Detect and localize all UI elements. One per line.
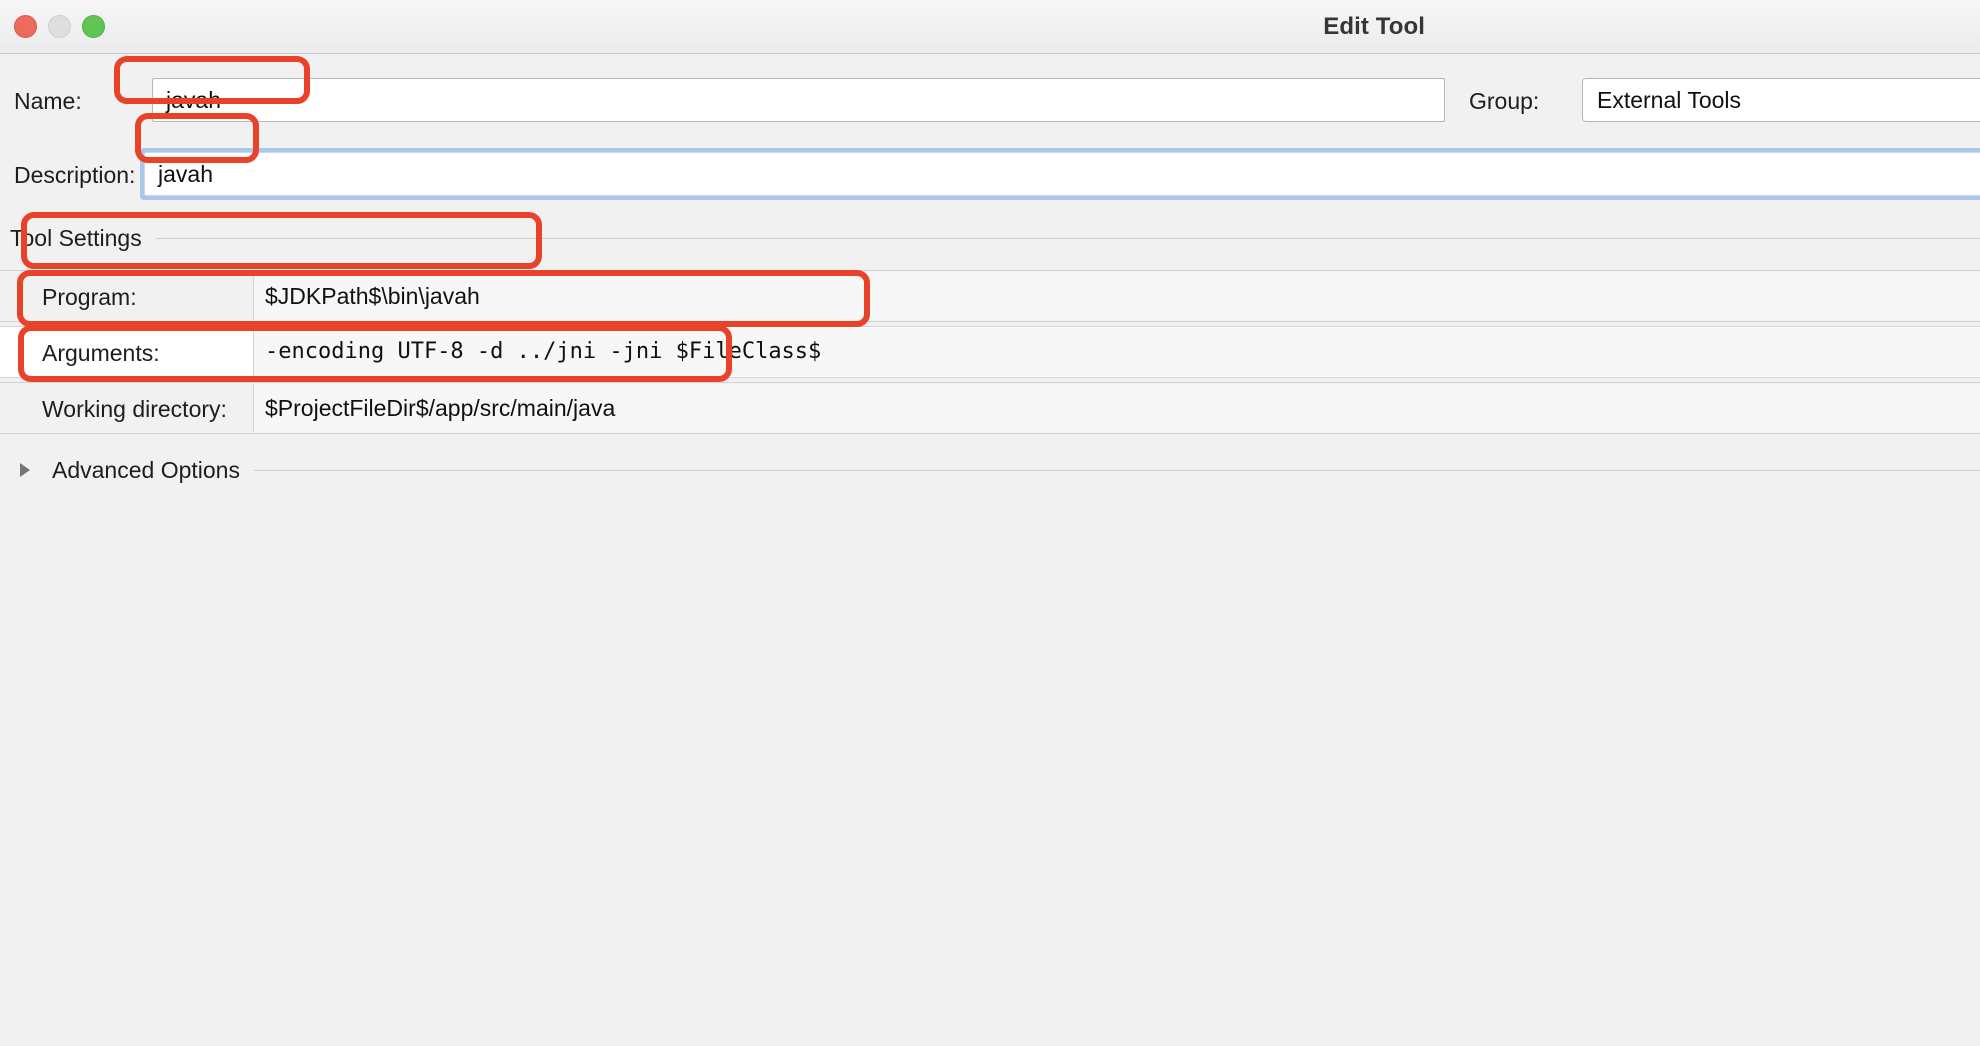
description-label: Description:	[14, 162, 136, 188]
dialog-content: Name: javah Group: External Tools Descri…	[0, 54, 1980, 1046]
window-titlebar: Edit Tool	[0, 0, 1980, 54]
program-value[interactable]: $JDKPath$\bin\javah	[253, 272, 1980, 320]
arguments-label: Arguments:	[42, 340, 160, 366]
description-focus-ring: javah	[140, 148, 1980, 200]
workdir-value[interactable]: $ProjectFileDir$/app/src/main/java	[253, 384, 1980, 432]
section-divider	[155, 237, 1980, 239]
description-input[interactable]: javah	[144, 152, 1980, 196]
description-row: Description: javah	[0, 148, 1980, 200]
arguments-row[interactable]: Arguments: -encoding UTF-8 -d ../jni -jn…	[0, 326, 1980, 378]
name-input[interactable]: javah	[152, 78, 1445, 122]
group-combobox[interactable]: External Tools	[1582, 78, 1980, 122]
name-group-row: Name: javah Group: External Tools	[0, 78, 1980, 122]
advanced-divider	[253, 469, 1980, 471]
advanced-options-section[interactable]: Advanced Options	[0, 454, 1980, 486]
program-row[interactable]: Program: $JDKPath$\bin\javah	[0, 270, 1980, 322]
advanced-options-label: Advanced Options	[52, 456, 240, 483]
disclosure-triangle-right-icon[interactable]	[20, 463, 30, 477]
window-title: Edit Tool	[1323, 13, 1425, 40]
tool-settings-title: Tool Settings	[10, 224, 142, 251]
arguments-value[interactable]: -encoding UTF-8 -d ../jni -jni $FileClas…	[253, 328, 1980, 376]
workdir-row[interactable]: Working directory: $ProjectFileDir$/app/…	[0, 382, 1980, 434]
workdir-label: Working directory:	[42, 396, 227, 422]
name-label: Name:	[14, 88, 82, 114]
group-label: Group:	[1469, 88, 1540, 114]
program-label: Program:	[42, 284, 137, 310]
tool-settings-section-header: Tool Settings	[0, 222, 1980, 254]
